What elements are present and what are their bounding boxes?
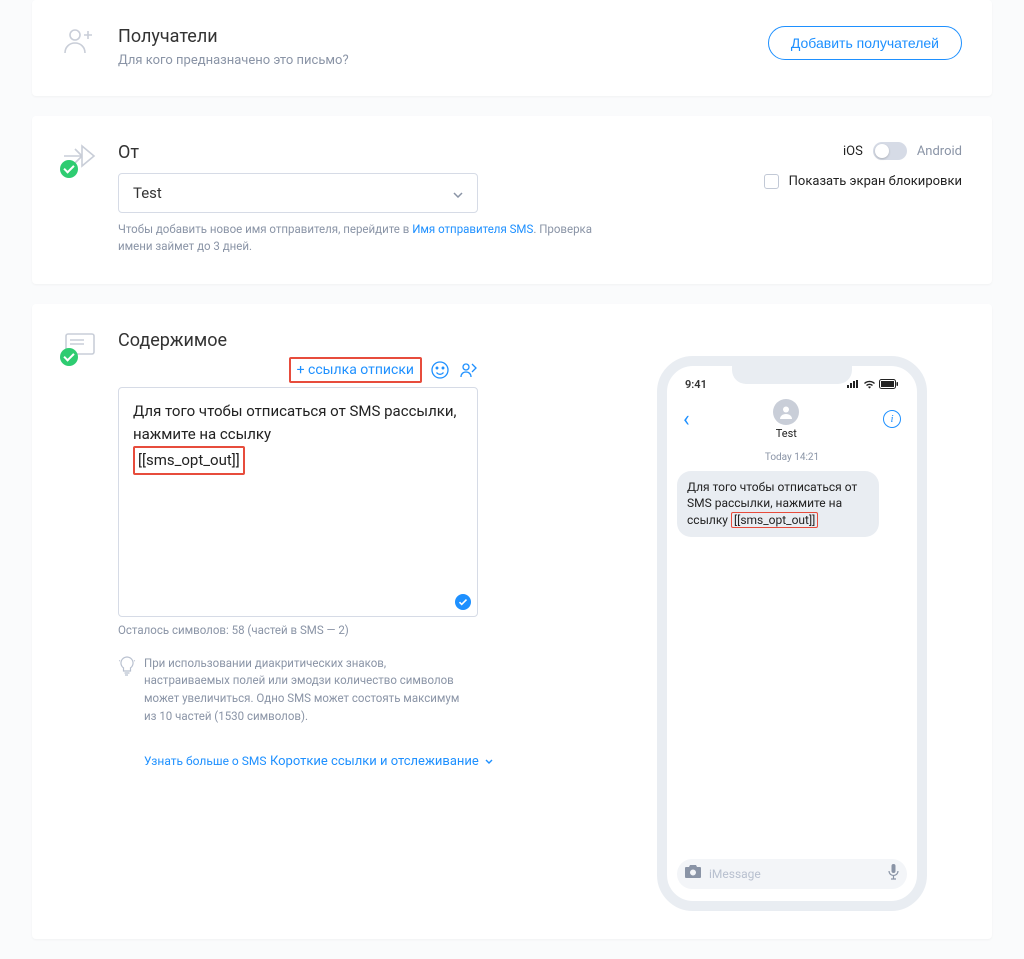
avatar-icon	[773, 399, 799, 425]
char-counter: Осталось символов: 58 (частей в SMS — 2)	[118, 623, 612, 637]
learn-more-link[interactable]: Узнать больше о SMS	[144, 754, 266, 768]
camera-icon	[685, 865, 701, 882]
from-section: От Test Чтобы добавить новое имя отправи…	[32, 116, 992, 284]
imessage-input: iMessage	[677, 859, 907, 889]
chevron-down-icon	[453, 184, 463, 202]
sender-name-link[interactable]: Имя отправителя SMS	[412, 222, 533, 236]
recipients-subtitle: Для кого предназначено это письмо?	[118, 53, 768, 68]
sender-select[interactable]: Test	[118, 173, 478, 213]
recipients-section: Получатели Для кого предназначено это пи…	[32, 0, 992, 96]
personalize-icon[interactable]	[458, 360, 478, 380]
message-bubble: Для того чтобы отписаться от SMS рассылк…	[677, 471, 879, 537]
phone-notch	[732, 366, 852, 384]
tip-text: При использовании диакритических знаков,…	[144, 655, 464, 726]
content-icon	[62, 330, 118, 362]
content-section: Содержимое + ссылка отписки Для тог	[32, 304, 992, 939]
phone-time: 9:41	[685, 378, 707, 391]
message-text: Для того чтобы отписаться от SMS рассылк…	[133, 400, 463, 476]
check-badge-icon	[60, 348, 78, 366]
from-icon	[62, 142, 118, 174]
mic-icon	[888, 864, 899, 884]
sender-name: Test	[776, 427, 797, 440]
opt-out-token-preview: [[sms_opt_out]]	[731, 512, 818, 528]
os-toggle: iOS Android	[622, 142, 962, 160]
phone-preview: 9:41 ‹ Test	[657, 356, 927, 911]
valid-check-icon	[455, 594, 471, 610]
short-links-toggle[interactable]: Короткие ссылки и отслеживание	[270, 754, 493, 769]
from-hint: Чтобы добавить новое имя отправителя, пе…	[118, 221, 612, 256]
content-title: Содержимое	[118, 330, 227, 351]
ios-label: iOS	[843, 144, 863, 159]
from-title: От	[118, 142, 612, 163]
recipients-icon	[62, 26, 118, 60]
add-recipients-button[interactable]: Добавить получателей	[768, 26, 962, 60]
recipients-title: Получатели	[118, 26, 768, 47]
message-textarea[interactable]: Для того чтобы отписаться от SMS рассылк…	[118, 387, 478, 617]
add-unsubscribe-link-button[interactable]: + ссылка отписки	[289, 357, 422, 383]
opt-out-token: [[sms_opt_out]]	[133, 446, 245, 475]
check-badge-icon	[60, 160, 78, 178]
emoji-icon[interactable]	[430, 360, 450, 380]
conversation-timestamp: Today 14:21	[677, 452, 907, 463]
lockscreen-checkbox[interactable]	[764, 174, 779, 189]
imessage-placeholder: iMessage	[709, 867, 888, 881]
info-button[interactable]: i	[883, 410, 901, 428]
back-button[interactable]: ‹	[683, 407, 690, 432]
status-icons	[846, 378, 899, 391]
android-label: Android	[917, 144, 962, 159]
os-switch[interactable]	[873, 142, 907, 160]
lightbulb-icon	[118, 655, 144, 726]
lockscreen-label: Показать экран блокировки	[789, 174, 962, 189]
sender-selected-value: Test	[133, 184, 162, 202]
